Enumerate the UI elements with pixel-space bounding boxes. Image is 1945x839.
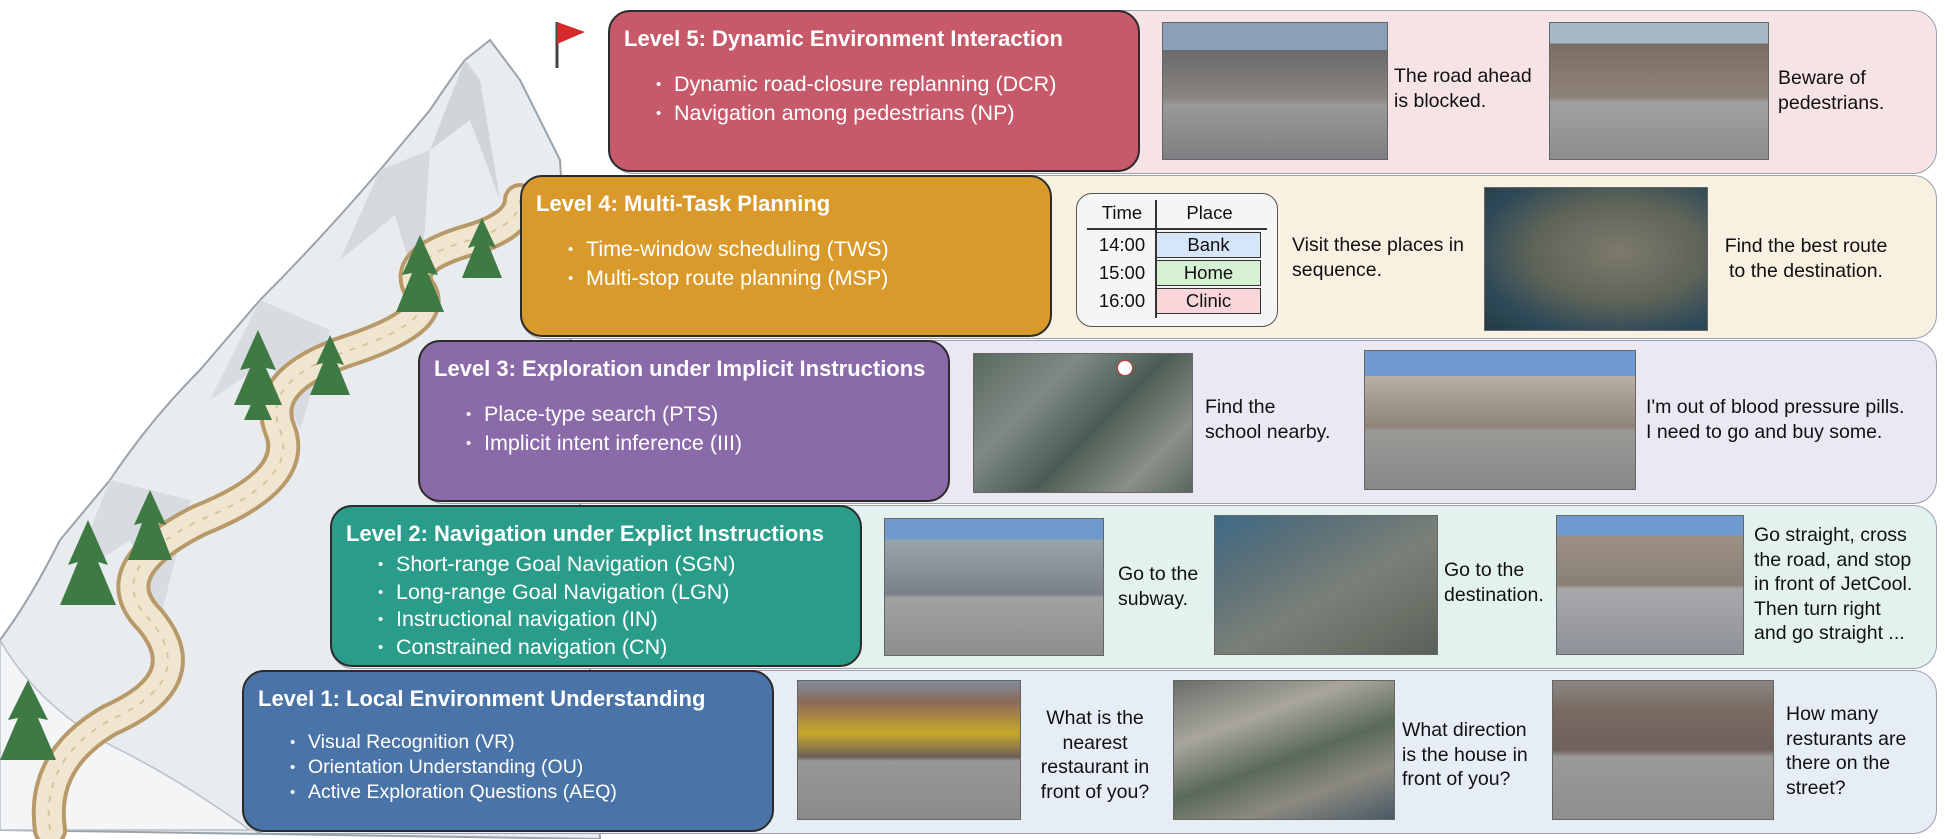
list-item: Implicit intent inference (III) xyxy=(466,429,934,458)
level-4-card: Level 4: Multi-Task Planning Time-window… xyxy=(520,175,1052,337)
level-5-task-list: Dynamic road-closure replanning (DCR) Na… xyxy=(624,70,1124,128)
schedule-header: Time Place xyxy=(1077,200,1277,226)
level-2-task-list: Short-range Goal Navigation (SGN) Long-r… xyxy=(346,551,846,661)
table-row: 15:00 Home xyxy=(1077,260,1277,286)
caption-line: the road, and stop xyxy=(1754,548,1912,571)
list-item: Time-window scheduling (TWS) xyxy=(568,235,1036,264)
caption-line: nearest xyxy=(1062,731,1128,754)
schedule-header-place: Place xyxy=(1186,202,1233,223)
level-1-card: Level 1: Local Environment Understanding… xyxy=(242,670,774,832)
caption-line: school nearby. xyxy=(1205,420,1331,443)
list-item: Long-range Goal Navigation (LGN) xyxy=(378,579,846,607)
level-2-caption-b: Go to the destination. xyxy=(1444,558,1544,607)
summit-flag-icon xyxy=(555,22,585,68)
schedule-header-time: Time xyxy=(1101,202,1143,223)
list-item: Constrained navigation (CN) xyxy=(378,634,846,662)
list-item: Orientation Understanding (OU) xyxy=(290,755,758,780)
list-item: Visual Recognition (VR) xyxy=(290,730,758,755)
level-1-caption-b: What direction is the house in front of … xyxy=(1402,718,1528,792)
caption-line: restaurant in xyxy=(1040,756,1150,778)
caption-line: Then turn right xyxy=(1754,597,1881,620)
schedule-place: Home xyxy=(1156,260,1261,286)
caption-line: is blocked. xyxy=(1394,89,1487,112)
list-item: Short-range Goal Navigation (SGN) xyxy=(378,551,846,579)
caption-line: destination. xyxy=(1444,583,1544,606)
caption-line: How many xyxy=(1786,703,1879,725)
caption-line: and go straight ... xyxy=(1754,622,1905,644)
schedule-table: Time Place 14:00 Bank 15:00 Home 16:00 C… xyxy=(1076,193,1278,327)
street-view-image xyxy=(1364,350,1636,490)
caption-line: sequence. xyxy=(1292,258,1382,281)
caption-line: in front of JetCool. xyxy=(1754,573,1913,595)
caption-line: I'm out of blood pressure pills. xyxy=(1646,396,1905,418)
caption-line: front of you? xyxy=(1402,768,1511,790)
level-3-card: Level 3: Exploration under Implicit Inst… xyxy=(418,340,950,502)
street-view-image xyxy=(1162,22,1388,160)
list-item: Instructional navigation (IN) xyxy=(378,606,846,634)
level-2-caption-c: Go straight, cross the road, and stop in… xyxy=(1754,523,1912,646)
schedule-time: 15:00 xyxy=(1098,262,1146,283)
caption-line: Visit these places in xyxy=(1292,234,1464,256)
caption-line: Go to the xyxy=(1444,559,1525,581)
school-marker-icon xyxy=(1117,360,1133,376)
level-3-caption-a: Find the school nearby. xyxy=(1205,395,1330,444)
schedule-place: Bank xyxy=(1156,232,1261,258)
schedule-time: 14:00 xyxy=(1098,234,1146,255)
level-3-caption-b: I'm out of blood pressure pills. I need … xyxy=(1646,395,1904,444)
level-1-caption-a: What is the nearest restaurant in front … xyxy=(1030,706,1160,804)
level-1-caption-c: How many resturants are there on the str… xyxy=(1786,702,1906,800)
level-2-card: Level 2: Navigation under Explict Instru… xyxy=(330,505,862,667)
list-item: Navigation among pedestrians (NP) xyxy=(656,99,1124,128)
list-item: Active Exploration Questions (AEQ) xyxy=(290,780,758,805)
level-5-card: Level 5: Dynamic Environment Interaction… xyxy=(608,10,1140,172)
table-row: 16:00 Clinic xyxy=(1077,288,1277,314)
caption-line: Find the best route xyxy=(1724,235,1888,257)
schedule-header-rule xyxy=(1087,228,1267,230)
street-view-image xyxy=(1556,515,1744,655)
caption-line: I need to go and buy some. xyxy=(1646,420,1883,443)
caption-line: Find the xyxy=(1205,396,1276,418)
street-view-image xyxy=(1552,680,1774,820)
aerial-city-image xyxy=(1173,680,1395,820)
level-3-task-list: Place-type search (PTS) Implicit intent … xyxy=(434,400,934,458)
level-5-caption-b: Beware of pedestrians. xyxy=(1778,66,1884,115)
street-view-image xyxy=(797,680,1021,820)
level-3-title: Level 3: Exploration under Implicit Inst… xyxy=(434,356,926,381)
caption-line: The road ahead xyxy=(1394,65,1532,87)
list-item: Dynamic road-closure replanning (DCR) xyxy=(656,70,1124,99)
street-view-image xyxy=(884,518,1104,656)
level-2-caption-a: Go to the subway. xyxy=(1118,562,1198,611)
level-1-task-list: Visual Recognition (VR) Orientation Unde… xyxy=(258,730,758,805)
level-4-caption-a: Visit these places in sequence. xyxy=(1292,233,1464,282)
level-1-title: Level 1: Local Environment Understanding xyxy=(258,686,706,711)
caption-line: subway. xyxy=(1118,587,1189,610)
caption-line: front of you? xyxy=(1040,780,1150,803)
caption-line: What direction xyxy=(1402,719,1527,741)
caption-line: is the house in xyxy=(1402,743,1528,766)
level-2-title: Level 2: Navigation under Explict Instru… xyxy=(346,521,824,546)
level-4-task-list: Time-window scheduling (TWS) Multi-stop … xyxy=(536,235,1036,293)
caption-line: Go to the xyxy=(1118,563,1199,585)
satellite-map-image xyxy=(1484,187,1708,331)
street-view-image xyxy=(1549,22,1769,160)
caption-line: there on the xyxy=(1786,752,1891,774)
level-5-caption-a: The road ahead is blocked. xyxy=(1394,64,1532,113)
caption-line: Go straight, cross xyxy=(1754,524,1907,546)
list-item: Place-type search (PTS) xyxy=(466,400,934,429)
list-item: Multi-stop route planning (MSP) xyxy=(568,264,1036,293)
caption-line: pedestrians. xyxy=(1778,91,1885,114)
caption-line: street? xyxy=(1786,776,1846,799)
caption-line: What is the xyxy=(1046,707,1144,729)
level-4-caption-b: Find the best route to the destination. xyxy=(1716,234,1896,283)
schedule-time: 16:00 xyxy=(1098,290,1146,311)
level-5-title: Level 5: Dynamic Environment Interaction xyxy=(624,26,1063,51)
aerial-city-image xyxy=(973,353,1193,493)
schedule-place: Clinic xyxy=(1156,288,1261,314)
aerial-city-image xyxy=(1214,515,1438,655)
table-row: 14:00 Bank xyxy=(1077,232,1277,258)
caption-line: Beware of xyxy=(1778,67,1866,89)
caption-line: to the destination. xyxy=(1729,259,1883,282)
level-4-title: Level 4: Multi-Task Planning xyxy=(536,191,831,216)
caption-line: resturants are xyxy=(1786,727,1907,750)
